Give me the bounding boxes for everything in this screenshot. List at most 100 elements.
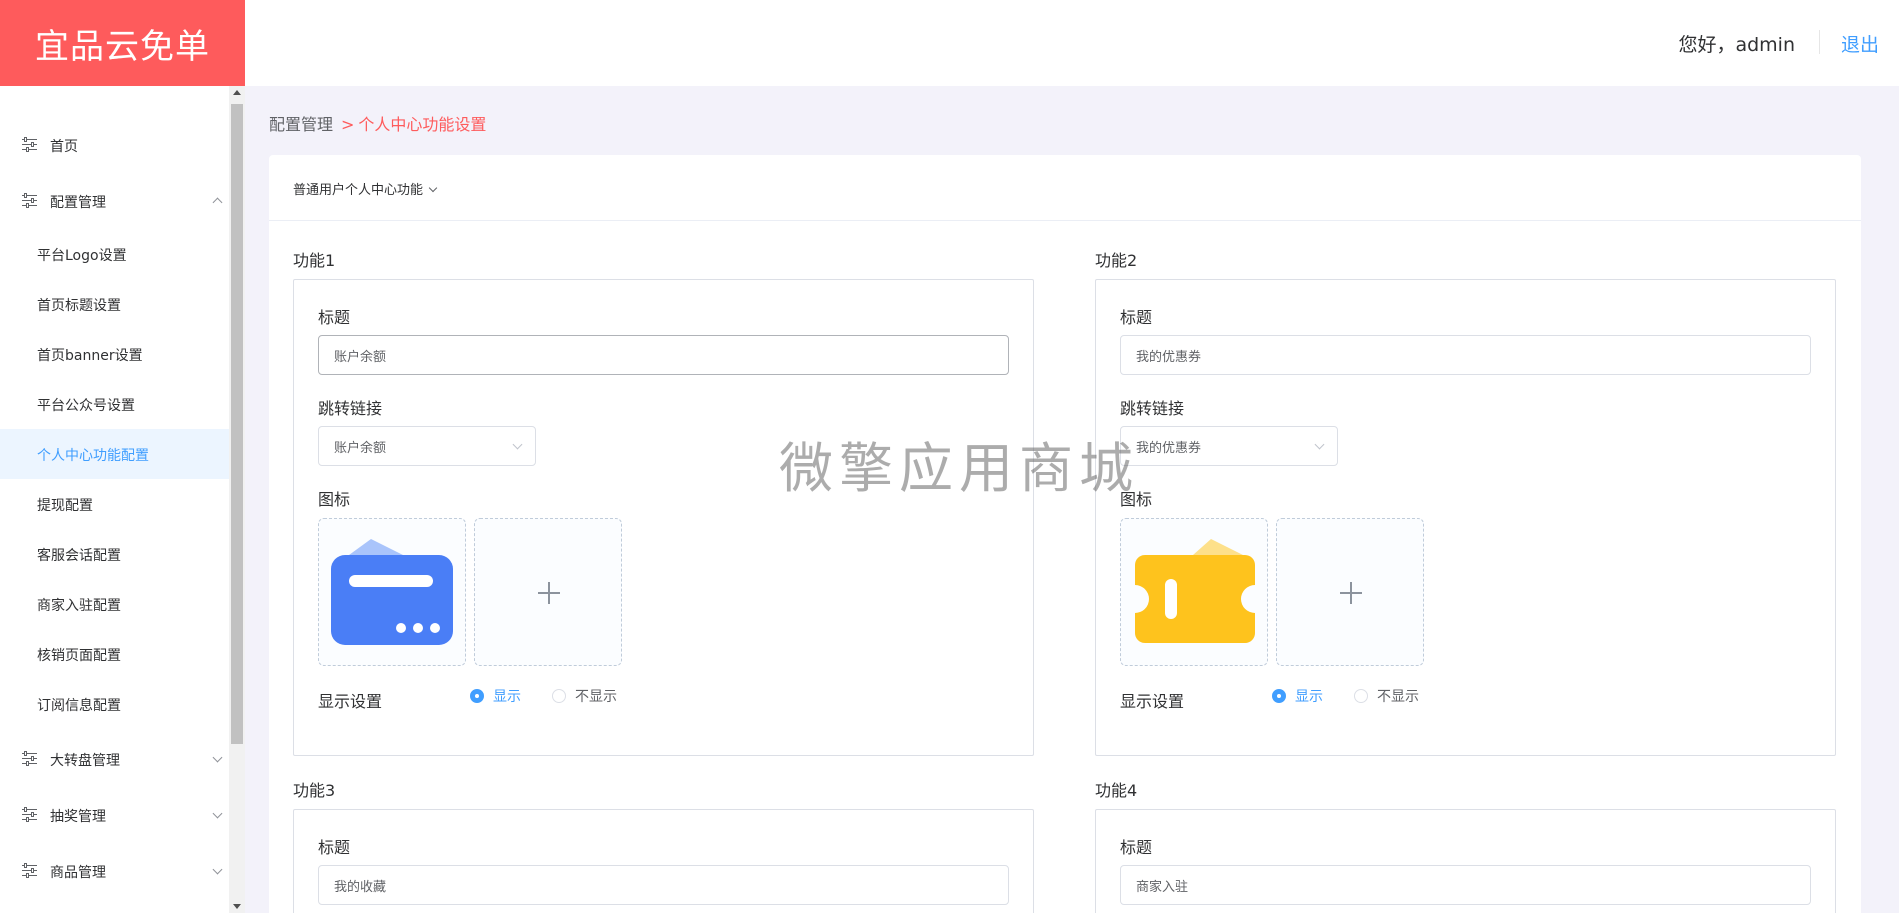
radio-dot xyxy=(470,689,484,703)
sidebar-item-merchant-entry[interactable]: 商家入驻配置 xyxy=(0,579,229,629)
sidebar-item-customer-service[interactable]: 客服会话配置 xyxy=(0,529,229,579)
sliders-icon xyxy=(22,863,37,878)
radio-label: 显示 xyxy=(493,689,521,705)
sidebar-item-label: 核销页面配置 xyxy=(37,648,121,664)
breadcrumb-separator: > xyxy=(341,115,355,134)
app-logo: 宜品云免单 xyxy=(0,0,245,86)
function-4-card: 标题 商家入驻 xyxy=(1095,809,1836,913)
function-2-hide-radio[interactable]: 不显示 xyxy=(1354,686,1419,706)
function-1-title: 功能1 xyxy=(293,251,336,270)
plus-icon-stroke xyxy=(548,582,550,604)
sidebar-item-label: 客服会话配置 xyxy=(37,548,121,564)
function-2-card: 标题 我的优惠券 跳转链接 我的优惠券 图标 显示设置 显示 不显示 xyxy=(1095,279,1836,756)
sidebar-item-label: 个人中心功能配置 xyxy=(37,448,149,464)
sidebar-item-lottery[interactable]: 抽奖管理 xyxy=(0,793,229,837)
function-1-card: 标题 账户余额 跳转链接 账户余额 图标 显示设置 显示 不显示 xyxy=(293,279,1034,756)
scroll-up-arrow-icon[interactable] xyxy=(233,90,241,95)
sidebar-item-profile-functions[interactable]: 个人中心功能配置 xyxy=(0,429,229,479)
function-1-link-select[interactable]: 账户余额 xyxy=(318,426,536,466)
panel-header: 普通用户个人中心功能 xyxy=(269,155,1861,221)
function-2-show-radio[interactable]: 显示 xyxy=(1272,686,1323,706)
function-3-title: 功能3 xyxy=(293,781,336,800)
sliders-icon xyxy=(22,193,37,208)
sidebar-item-home[interactable]: 首页 xyxy=(0,123,229,167)
sidebar-item-home-title[interactable]: 首页标题设置 xyxy=(0,279,229,329)
function-1-hide-radio[interactable]: 不显示 xyxy=(552,686,617,706)
title-label: 标题 xyxy=(318,838,351,857)
dropdown-label: 普通用户个人中心功能 xyxy=(293,183,424,198)
radio-label: 显示 xyxy=(1295,689,1323,705)
function-3-title-input[interactable]: 我的收藏 xyxy=(318,865,1009,905)
sidebar-item-label: 首页 xyxy=(50,139,78,155)
function-1-icon-preview[interactable] xyxy=(318,518,466,666)
breadcrumb-parent[interactable]: 配置管理 xyxy=(269,115,333,134)
function-2-upload-button[interactable] xyxy=(1276,518,1424,666)
radio-label: 不显示 xyxy=(575,689,617,705)
sidebar-item-platform-logo[interactable]: 平台Logo设置 xyxy=(0,229,229,279)
function-2-title: 功能2 xyxy=(1095,251,1138,270)
icon-label: 图标 xyxy=(318,490,351,509)
sidebar-item-withdraw[interactable]: 提现配置 xyxy=(0,479,229,529)
sidebar-item-verification-page[interactable]: 核销页面配置 xyxy=(0,629,229,679)
sidebar-item-label: 商家入驻配置 xyxy=(37,598,121,614)
chevron-down-icon xyxy=(1314,439,1325,450)
chevron-down-icon xyxy=(512,439,523,450)
breadcrumb: 配置管理 > 个人中心功能设置 xyxy=(269,111,486,135)
sliders-icon xyxy=(22,807,37,822)
sidebar-item-official-account[interactable]: 平台公众号设置 xyxy=(0,379,229,429)
scroll-down-arrow-icon[interactable] xyxy=(233,904,241,909)
chevron-down-icon xyxy=(428,183,438,193)
title-label: 标题 xyxy=(1120,308,1153,327)
title-label: 标题 xyxy=(1120,838,1153,857)
function-2-link-select[interactable]: 我的优惠券 xyxy=(1120,426,1338,466)
chevron-down-icon xyxy=(212,808,223,819)
sidebar-item-config-management[interactable]: 配置管理 xyxy=(0,179,229,223)
header-divider xyxy=(1819,30,1820,54)
sidebar-item-home-banner[interactable]: 首页banner设置 xyxy=(0,329,229,379)
function-3-card: 标题 我的收藏 xyxy=(293,809,1034,913)
display-label: 显示设置 xyxy=(318,692,383,711)
plus-icon-stroke xyxy=(1350,582,1352,604)
sidebar-item-label: 抽奖管理 xyxy=(50,809,106,825)
main-panel: 普通用户个人中心功能 功能1 标题 账户余额 跳转链接 账户余额 图标 显示设置… xyxy=(269,155,1861,913)
sidebar-item-label: 平台公众号设置 xyxy=(37,398,135,414)
radio-dot xyxy=(1272,689,1286,703)
sidebar-item-label: 配置管理 xyxy=(50,195,106,211)
icon-label: 图标 xyxy=(1120,490,1153,509)
breadcrumb-current: 个人中心功能设置 xyxy=(358,115,487,134)
top-bar: 您好，admin 退出 xyxy=(245,0,1899,86)
chevron-down-icon xyxy=(212,752,223,763)
function-4-title: 功能4 xyxy=(1095,781,1138,800)
sidebar-item-label: 提现配置 xyxy=(37,498,93,514)
select-value: 我的优惠券 xyxy=(1136,440,1202,456)
function-2-title-input[interactable]: 我的优惠券 xyxy=(1120,335,1811,375)
scroll-thumb[interactable] xyxy=(231,104,243,744)
sidebar-item-subscription[interactable]: 订阅信息配置 xyxy=(0,679,229,729)
user-type-dropdown[interactable]: 普通用户个人中心功能 xyxy=(293,179,438,198)
function-4-title-input[interactable]: 商家入驻 xyxy=(1120,865,1811,905)
link-label: 跳转链接 xyxy=(1120,399,1185,418)
sidebar-item-label: 平台Logo设置 xyxy=(37,248,127,264)
function-1-upload-button[interactable] xyxy=(474,518,622,666)
radio-dot xyxy=(552,689,566,703)
sidebar: 首页 配置管理 平台Logo设置 首页标题设置 首页banner设置 平台公众号… xyxy=(0,86,245,913)
sliders-icon xyxy=(22,751,37,766)
logout-link[interactable]: 退出 xyxy=(1841,30,1879,57)
sidebar-item-label: 商品管理 xyxy=(50,865,106,881)
sidebar-item-products[interactable]: 商品管理 xyxy=(0,849,229,893)
wallet-card-icon xyxy=(331,539,453,645)
radio-label: 不显示 xyxy=(1377,689,1419,705)
function-2-icon-preview[interactable] xyxy=(1120,518,1268,666)
sidebar-item-label: 订阅信息配置 xyxy=(37,698,121,714)
sliders-icon xyxy=(22,137,37,152)
select-value: 账户余额 xyxy=(334,440,387,456)
function-1-title-input[interactable]: 账户余额 xyxy=(318,335,1009,375)
link-label: 跳转链接 xyxy=(318,399,383,418)
sidebar-item-wheel[interactable]: 大转盘管理 xyxy=(0,737,229,781)
sidebar-scrollbar[interactable] xyxy=(229,86,245,913)
display-label: 显示设置 xyxy=(1120,692,1185,711)
function-1-show-radio[interactable]: 显示 xyxy=(470,686,521,706)
sidebar-item-label: 大转盘管理 xyxy=(50,753,120,769)
sidebar-item-label: 首页banner设置 xyxy=(37,348,143,364)
user-greeting: 您好，admin xyxy=(1678,34,1795,56)
